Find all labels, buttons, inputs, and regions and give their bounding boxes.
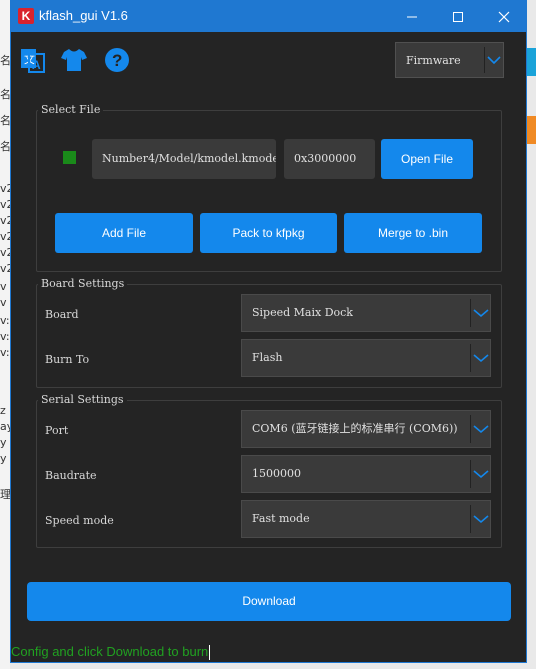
background-char: v [0,280,7,293]
background-app-tab-blue [527,48,536,76]
burn-to-select-value: Flash [252,351,283,364]
text-caret [209,645,211,661]
background-char: v: [0,346,10,359]
select-divider [484,47,485,73]
select-file-title: Select File [38,103,104,116]
help-icon[interactable]: ? [102,45,132,75]
firmware-select[interactable]: Firmware [395,42,504,78]
maximize-icon [453,12,463,22]
burn-to-label: Burn To [45,353,90,366]
language-icon[interactable]: 文 A [18,45,48,75]
baudrate-select[interactable]: 1500000 [241,455,491,493]
select-divider [470,299,471,327]
select-divider [470,344,471,372]
port-select[interactable]: COM6 (蓝牙链接上的标准串行 (COM6)) [241,410,491,448]
burn-to-select[interactable]: Flash [241,339,491,377]
minimize-icon [407,16,417,18]
port-label: Port [45,424,69,437]
close-button[interactable] [481,1,527,32]
address-field[interactable]: 0x3000000 [284,139,375,179]
file-path-field[interactable]: Number4/Model/kmodel.kmodel [92,139,276,179]
status-text: Config and click Download to burn [11,644,209,659]
background-char: v [0,296,7,309]
chevron-down-icon [473,425,489,434]
svg-text:?: ? [112,51,122,70]
chevron-down-icon [487,56,501,65]
serial-settings-title: Serial Settings [38,393,127,406]
pack-kfpkg-button[interactable]: Pack to kfpkg [200,213,337,253]
minimize-button[interactable] [389,1,435,32]
select-divider [470,460,471,488]
board-label: Board [45,308,79,321]
maximize-button[interactable] [435,1,481,32]
close-icon [498,11,510,23]
file-status-indicator [63,151,76,164]
window-title: kflash_gui V1.6 [39,8,128,23]
port-select-value: COM6 (蓝牙链接上的标准串行 (COM6)) [252,422,458,435]
status-bar: Config and click Download to burn [11,641,526,663]
background-char: v: [0,314,10,327]
background-app-tab-orange [527,116,536,144]
select-divider [470,415,471,443]
baudrate-label: Baudrate [45,469,97,482]
theme-shirt-icon[interactable] [59,45,89,75]
chevron-down-icon [473,470,489,479]
board-settings-title: Board Settings [38,277,128,290]
kflash-window: K kflash_gui V1.6 文 A ? Firmware Select … [10,0,527,663]
firmware-select-value: Firmware [406,54,461,67]
speed-mode-select-value: Fast mode [252,512,310,525]
baudrate-select-value: 1500000 [252,467,301,480]
background-char: y [0,436,7,449]
chevron-down-icon [473,515,489,524]
background-char: y [0,452,7,465]
speed-mode-label: Speed mode [45,514,114,527]
kflash-logo-icon: K [18,8,34,24]
svg-text:A: A [32,58,41,72]
chevron-down-icon [473,354,489,363]
add-file-button[interactable]: Add File [55,213,193,253]
download-button[interactable]: Download [27,582,511,621]
background-char: z [0,404,6,417]
board-select[interactable]: Sipeed Maix Dock [241,294,491,332]
merge-bin-button[interactable]: Merge to .bin [344,213,482,253]
chevron-down-icon [473,309,489,318]
speed-mode-select[interactable]: Fast mode [241,500,491,538]
background-char: v: [0,330,10,343]
select-divider [470,505,471,533]
title-bar[interactable]: K kflash_gui V1.6 [11,1,526,32]
board-select-value: Sipeed Maix Dock [252,306,353,319]
open-file-button[interactable]: Open File [381,139,473,179]
